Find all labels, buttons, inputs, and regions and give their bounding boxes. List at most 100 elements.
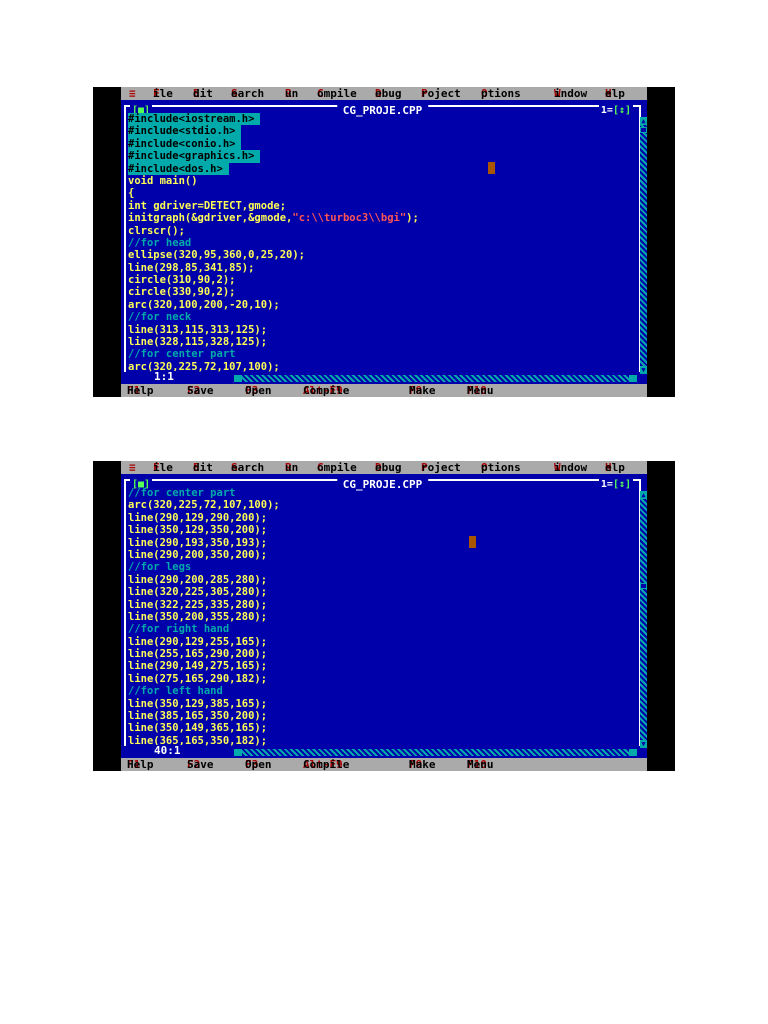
- cursor-position: 1:1: [151, 371, 177, 383]
- horizontal-scrollbar[interactable]: [234, 749, 637, 756]
- code-text: line(290,149,275,165);: [128, 660, 268, 673]
- code-text: #include<graphics.h>: [128, 150, 261, 163]
- code-line[interactable]: void main(): [128, 175, 628, 187]
- scroll-up-arrow-icon[interactable]: ▲: [640, 117, 647, 125]
- code-line[interactable]: line(328,115,328,125);: [128, 336, 628, 348]
- code-line[interactable]: line(313,115,313,125);: [128, 324, 628, 336]
- code-line[interactable]: //for head: [128, 237, 628, 249]
- code-line[interactable]: #include<conio.h>: [128, 137, 628, 151]
- code-line[interactable]: circle(310,90,2);: [128, 274, 628, 286]
- code-line[interactable]: line(350,200,355,280);: [128, 611, 628, 623]
- code-line[interactable]: //for center part: [128, 348, 628, 360]
- screenshot-1: ≡ File Edit Search Run Compile Debug Pro…: [93, 87, 675, 397]
- code-line[interactable]: line(350,129,385,165);: [128, 698, 628, 710]
- code-line[interactable]: line(298,85,341,85);: [128, 262, 628, 274]
- code-text: int gdriver=DETECT,gmode;: [128, 199, 287, 212]
- code-text: line(350,149,365,165);: [128, 722, 268, 735]
- turbo-cpp-screen: ≡ File Edit Search Run Compile Debug Pro…: [121, 461, 647, 771]
- code-text: line(290,129,290,200);: [128, 511, 268, 524]
- code-line[interactable]: line(290,193,350,193);: [128, 537, 628, 549]
- code-comment: //for legs: [128, 561, 192, 574]
- screenshot-2: ≡ File Edit Search Run Compile Debug Pro…: [93, 461, 675, 771]
- code-line[interactable]: clrscr();: [128, 225, 628, 237]
- code-text: line(290,200,285,280);: [128, 573, 268, 586]
- code-line[interactable]: //for right hand: [128, 623, 628, 635]
- code-text: ellipse(320,95,360,0,25,20);: [128, 249, 306, 262]
- code-comment: //for neck: [128, 311, 192, 324]
- code-string: "c:\\turboc3\\bgi": [292, 212, 407, 225]
- code-text: #include<iostream.h>: [128, 113, 261, 126]
- code-line[interactable]: ellipse(320,95,360,0,25,20);: [128, 249, 628, 261]
- editor-window[interactable]: [■] CG_PROJE.CPP 1=[↕] //for center part…: [121, 474, 647, 758]
- code-line[interactable]: line(385,165,350,200);: [128, 710, 628, 722]
- scroll-right-arrow-icon[interactable]: [629, 375, 637, 382]
- code-area[interactable]: //for center part arc(320,225,72,107,100)…: [128, 487, 628, 747]
- code-line[interactable]: circle(330,90,2);: [128, 286, 628, 298]
- function-key-bar: F1 Help F2 Save F3 Open Alt-F9 Compile F…: [121, 384, 647, 397]
- code-text: arc(320,225,72,107,100);: [128, 499, 280, 512]
- editor-window[interactable]: [■] CG_PROJE.CPP 1=[↕] #include<iostream…: [121, 100, 647, 384]
- code-text: line(350,129,385,165);: [128, 697, 268, 710]
- code-line[interactable]: //for legs: [128, 561, 628, 573]
- menu-bar: ≡ File Edit Search Run Compile Debug Pro…: [121, 461, 647, 474]
- mouse-cursor: [488, 162, 495, 174]
- code-line[interactable]: arc(320,225,72,107,100);: [128, 499, 628, 511]
- code-line[interactable]: initgraph(&gdriver,&gmode,"c:\\turboc3\\…: [128, 212, 628, 224]
- code-text: arc(320,100,200,-20,10);: [128, 298, 280, 311]
- code-line[interactable]: line(350,149,365,165);: [128, 722, 628, 734]
- code-comment: //for left hand: [128, 685, 223, 698]
- scroll-thumb[interactable]: [640, 127, 647, 133]
- code-text: line(290,200,350,200);: [128, 548, 268, 561]
- editor-status-row: 40:1: [121, 745, 647, 758]
- cursor-position: 40:1: [151, 745, 184, 757]
- scroll-left-arrow-icon[interactable]: [234, 749, 242, 756]
- code-line[interactable]: #include<graphics.h>: [128, 150, 628, 163]
- vertical-scrollbar[interactable]: ▲ ▼: [640, 117, 647, 374]
- menu-bar: ≡ File Edit Search Run Compile Debug Pro…: [121, 87, 647, 100]
- scroll-right-arrow-icon[interactable]: [629, 749, 637, 756]
- vertical-scrollbar[interactable]: ▲ ▼: [640, 491, 647, 748]
- code-line[interactable]: line(350,129,350,200);: [128, 524, 628, 536]
- code-line[interactable]: //for left hand: [128, 685, 628, 697]
- code-text: line(320,225,305,280);: [128, 586, 268, 599]
- code-line[interactable]: line(255,165,290,200);: [128, 648, 628, 660]
- scroll-up-arrow-icon[interactable]: ▲: [640, 491, 647, 499]
- code-text: line(350,129,350,200);: [128, 524, 268, 537]
- code-text: clrscr();: [128, 224, 185, 237]
- code-text: initgraph(&gdriver,&gmode,: [128, 212, 293, 225]
- scroll-thumb[interactable]: [640, 583, 647, 589]
- scroll-left-arrow-icon[interactable]: [234, 375, 242, 382]
- code-area[interactable]: #include<iostream.h> #include<stdio.h> #in…: [128, 113, 628, 373]
- code-text: circle(330,90,2);: [128, 286, 236, 299]
- code-line[interactable]: {: [128, 187, 628, 199]
- code-text: {: [128, 187, 135, 200]
- code-text: line(313,115,313,125);: [128, 323, 268, 336]
- code-text: line(365,165,350,182);: [128, 734, 268, 747]
- code-comment: //for center part: [128, 487, 236, 499]
- code-line[interactable]: #include<dos.h>: [128, 162, 628, 175]
- code-line[interactable]: //for neck: [128, 311, 628, 323]
- code-line[interactable]: arc(320,100,200,-20,10);: [128, 299, 628, 311]
- code-line[interactable]: line(290,129,290,200);: [128, 512, 628, 524]
- code-line[interactable]: line(290,129,255,165);: [128, 636, 628, 648]
- turbo-cpp-screen: ≡ File Edit Search Run Compile Debug Pro…: [121, 87, 647, 397]
- code-text: line(290,129,255,165);: [128, 635, 268, 648]
- code-line[interactable]: line(290,149,275,165);: [128, 660, 628, 672]
- code-line[interactable]: #include<iostream.h>: [128, 113, 628, 126]
- code-line[interactable]: line(275,165,290,182);: [128, 673, 628, 685]
- code-line[interactable]: line(290,200,285,280);: [128, 574, 628, 586]
- code-line[interactable]: #include<stdio.h>: [128, 125, 628, 138]
- code-line[interactable]: line(290,200,350,200);: [128, 549, 628, 561]
- code-line[interactable]: line(320,225,305,280);: [128, 586, 628, 598]
- function-key-bar: F1 Help F2 Save F3 Open Alt-F9 Compile F…: [121, 758, 647, 771]
- code-line[interactable]: int gdriver=DETECT,gmode;: [128, 200, 628, 212]
- horizontal-scrollbar[interactable]: [234, 375, 637, 382]
- code-text: line(290,193,350,193);: [128, 536, 268, 549]
- code-text: #include<stdio.h>: [128, 125, 242, 138]
- code-text: #include<dos.h>: [128, 162, 229, 175]
- code-text: circle(310,90,2);: [128, 274, 236, 287]
- code-comment: //for right hand: [128, 623, 230, 636]
- code-line[interactable]: line(322,225,335,280);: [128, 599, 628, 611]
- code-text: line(328,115,328,125);: [128, 336, 268, 349]
- code-line[interactable]: //for center part: [128, 487, 628, 499]
